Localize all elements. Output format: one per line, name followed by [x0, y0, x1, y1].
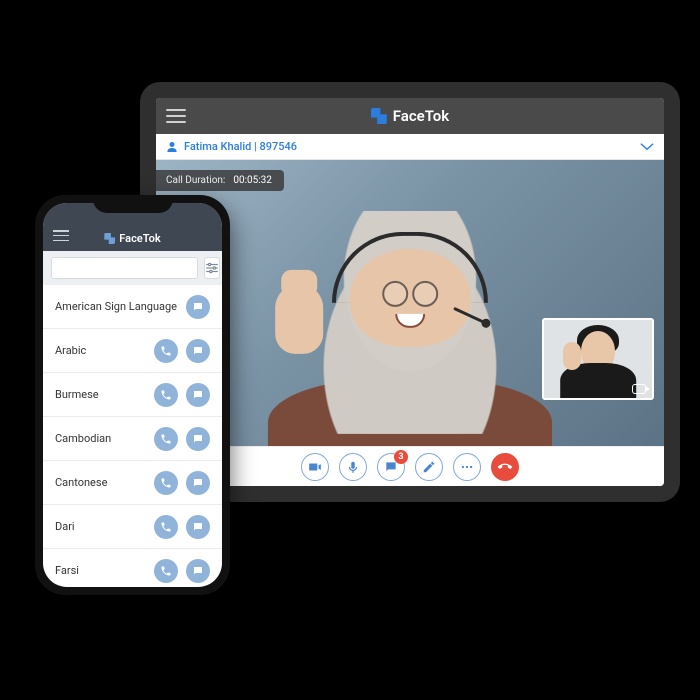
language-label: Burmese	[55, 388, 146, 401]
video-button[interactable]	[301, 453, 329, 481]
duration-label: Call Duration:	[166, 175, 225, 186]
audio-call-button[interactable]	[154, 471, 178, 495]
chat-call-button[interactable]	[186, 383, 210, 407]
language-row: Burmese	[43, 373, 222, 417]
tablet-screen: FaceTok Fatima Khalid | 897546 Call Dura…	[156, 98, 664, 486]
chat-call-button[interactable]	[186, 295, 210, 319]
mic-icon	[346, 460, 360, 474]
hangup-button[interactable]	[491, 453, 519, 481]
phone-device: FaceTok American Sign Language Arabic Burm…	[35, 195, 230, 595]
call-duration-pill: Call Duration: 00:05:32	[156, 170, 284, 191]
phone-header: FaceTok	[43, 203, 222, 251]
language-label: Farsi	[55, 564, 146, 577]
audio-call-button[interactable]	[154, 427, 178, 451]
chat-call-button[interactable]	[186, 515, 210, 539]
logo-mark-icon	[371, 108, 387, 124]
language-label: Dari	[55, 520, 146, 533]
language-row: Dari	[43, 505, 222, 549]
search-input[interactable]	[51, 257, 198, 279]
chat-call-button[interactable]	[186, 427, 210, 451]
language-row: Cantonese	[43, 461, 222, 505]
chevron-down-icon[interactable]	[640, 143, 654, 151]
app-logo: FaceTok	[104, 232, 160, 245]
language-row: American Sign Language	[43, 285, 222, 329]
filter-button[interactable]	[204, 257, 220, 279]
video-area: Call Duration: 00:05:32	[156, 160, 664, 446]
person-icon	[166, 141, 178, 153]
video-icon	[308, 460, 322, 474]
sliders-icon	[205, 262, 219, 274]
pen-icon	[422, 460, 436, 474]
language-row: Farsi	[43, 549, 222, 587]
caller-bar[interactable]: Fatima Khalid | 897546	[156, 134, 664, 160]
language-label: Arabic	[55, 344, 146, 357]
language-label: Cantonese	[55, 476, 146, 489]
app-logo: FaceTok	[371, 107, 449, 125]
caller-name: Fatima Khalid | 897546	[184, 140, 297, 153]
logo-text: FaceTok	[393, 107, 449, 125]
language-list: American Sign Language Arabic Burmese Cambo…	[43, 285, 222, 587]
audio-call-button[interactable]	[154, 515, 178, 539]
ellipsis-icon	[460, 460, 474, 474]
chat-button[interactable]: 3	[377, 453, 405, 481]
mic-button[interactable]	[339, 453, 367, 481]
audio-call-button[interactable]	[154, 339, 178, 363]
self-view[interactable]	[542, 318, 654, 400]
hamburger-icon[interactable]	[53, 230, 69, 241]
logo-text: FaceTok	[119, 232, 160, 245]
search-row	[43, 251, 222, 285]
phone-screen: FaceTok American Sign Language Arabic Burm…	[43, 203, 222, 587]
remote-video	[232, 189, 588, 446]
logo-mark-icon	[104, 233, 115, 244]
chat-call-button[interactable]	[186, 559, 210, 583]
tablet-header: FaceTok	[156, 98, 664, 134]
audio-call-button[interactable]	[154, 383, 178, 407]
more-button[interactable]	[453, 453, 481, 481]
language-row: Arabic	[43, 329, 222, 373]
chat-badge: 3	[394, 450, 408, 464]
phone-icon	[495, 457, 515, 477]
annotate-button[interactable]	[415, 453, 443, 481]
chat-call-button[interactable]	[186, 471, 210, 495]
audio-call-button[interactable]	[154, 559, 178, 583]
language-label: American Sign Language	[55, 300, 178, 313]
chat-call-button[interactable]	[186, 339, 210, 363]
hamburger-icon[interactable]	[166, 109, 186, 123]
camera-icon	[632, 384, 646, 394]
language-row: Cambodian	[43, 417, 222, 461]
call-toolbar: 3	[156, 446, 664, 486]
language-label: Cambodian	[55, 432, 146, 445]
duration-value: 00:05:32	[233, 175, 272, 186]
